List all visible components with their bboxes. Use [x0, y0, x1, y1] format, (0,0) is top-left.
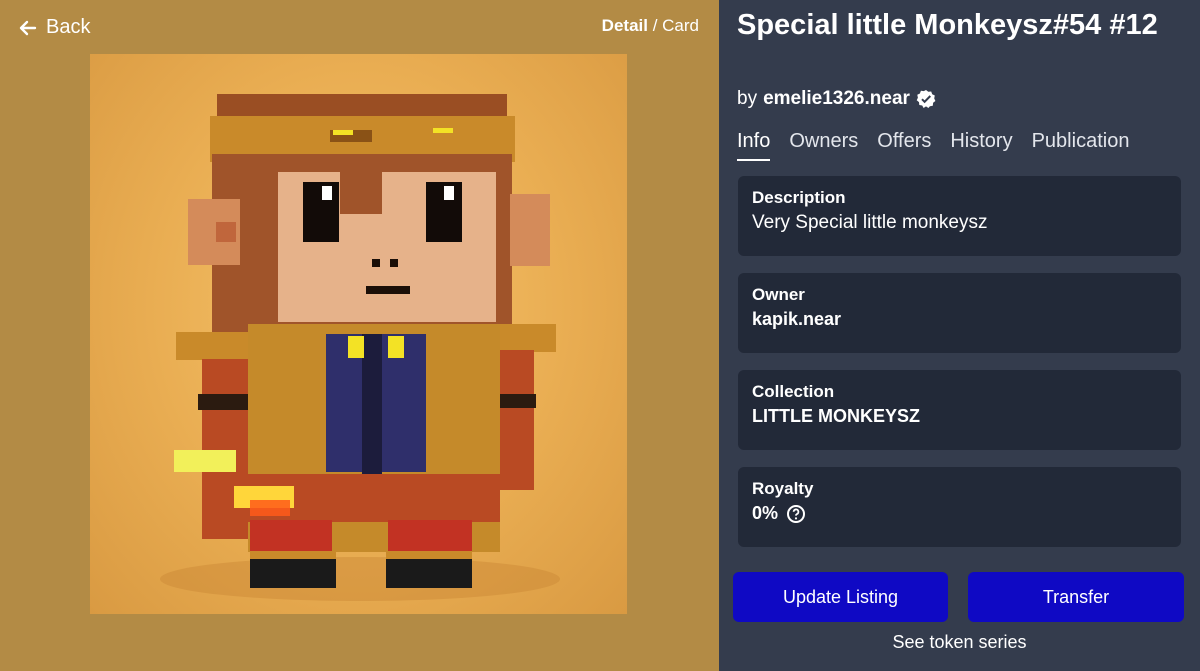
royalty-value: 0% [752, 503, 779, 523]
transfer-button[interactable]: Transfer [968, 572, 1184, 622]
creator-line: by emelie1326.near [737, 88, 936, 110]
token-detail-page: Back Detail / Card Special little Monkey… [0, 0, 1200, 671]
description-label: Description [752, 188, 846, 207]
verified-badge-icon [916, 90, 936, 108]
owner-label: Owner [752, 285, 805, 304]
update-listing-button[interactable]: Update Listing [733, 572, 948, 622]
creator-link[interactable]: emelie1326.near [763, 88, 910, 110]
back-button[interactable]: Back [18, 16, 90, 39]
owner-value[interactable]: kapik.near [752, 309, 1167, 330]
tab-owners[interactable]: Owners [789, 130, 858, 161]
info-cards-list[interactable]: Description Very Special little monkeysz… [738, 176, 1181, 558]
tab-info[interactable]: Info [737, 130, 771, 161]
arrow-left-icon [19, 20, 37, 35]
token-title: Special little Monkeysz#54 #12 [737, 9, 1158, 41]
see-token-series-link[interactable]: See token series [719, 632, 1200, 653]
collection-label: Collection [752, 382, 835, 401]
nft-artwork[interactable] [90, 54, 627, 614]
collection-card: Collection LITTLE MONKEYSZ [738, 370, 1181, 450]
royalty-label: Royalty [752, 479, 814, 498]
back-label: Back [46, 16, 91, 38]
collection-value[interactable]: LITTLE MONKEYSZ [752, 406, 1167, 427]
royalty-card: Royalty 0% [738, 467, 1181, 547]
tab-history[interactable]: History [950, 130, 1012, 161]
tab-publication[interactable]: Publication [1032, 130, 1130, 161]
view-mode-toggle: Detail / Card [602, 16, 699, 36]
question-circle-icon[interactable] [786, 504, 806, 524]
token-info-panel: Special little Monkeysz#54 #12 by emelie… [719, 0, 1200, 671]
owner-card: Owner kapik.near [738, 273, 1181, 353]
description-card: Description Very Special little monkeysz [738, 176, 1181, 256]
view-card-link[interactable]: Card [662, 16, 699, 35]
tab-offers[interactable]: Offers [877, 130, 931, 161]
creator-prefix: by [737, 88, 758, 109]
royalty-row: 0% [752, 503, 1167, 524]
info-tabs: Info Owners Offers History Publication [737, 130, 1129, 161]
view-separator: / [647, 16, 663, 35]
artwork-panel: Back Detail / Card [0, 0, 719, 671]
view-detail-link[interactable]: Detail [602, 16, 648, 35]
description-value: Very Special little monkeysz [752, 212, 988, 233]
monkey-voxel-image [160, 94, 560, 601]
